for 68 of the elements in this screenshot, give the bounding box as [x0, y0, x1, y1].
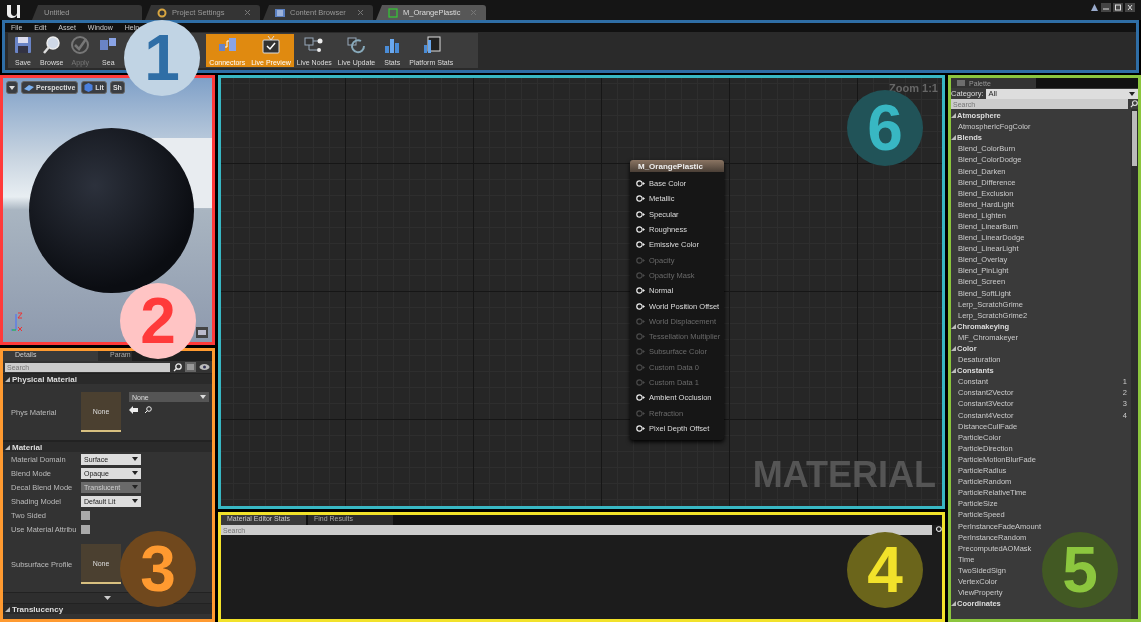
list-icon — [275, 7, 285, 18]
caret-icon — [200, 395, 206, 399]
maximize-icon[interactable] — [1113, 3, 1123, 12]
material-node[interactable] — [630, 160, 724, 441]
television-icon — [260, 35, 282, 55]
pin-icon — [636, 195, 645, 203]
expander-arrow-icon[interactable] — [951, 323, 956, 329]
callout-number: 4 — [867, 538, 903, 602]
expander-arrow-icon[interactable] — [951, 601, 956, 607]
cube-icon — [84, 83, 94, 92]
pin-icon — [636, 256, 645, 264]
pin-icon — [636, 379, 645, 386]
caret-icon — [132, 485, 138, 489]
checkbox[interactable] — [81, 524, 90, 534]
pin-icon — [636, 226, 645, 234]
list-icon — [957, 80, 965, 86]
pin-icon — [636, 271, 645, 279]
expander-arrow-icon[interactable] — [951, 346, 956, 351]
expander-arrow-icon[interactable] — [951, 135, 956, 141]
caret-icon — [1129, 91, 1135, 96]
section-title: Material — [12, 442, 43, 452]
pin-icon — [636, 424, 645, 432]
expander-arrow-icon[interactable] — [951, 368, 956, 374]
callout-number: 2 — [140, 289, 176, 353]
node-title: M_OrangePlastic — [630, 160, 724, 172]
pin-icon — [636, 394, 645, 402]
section-title: Translucency — [12, 604, 64, 614]
pin-icon — [636, 210, 645, 218]
close-icon[interactable] — [245, 10, 250, 15]
expander-arrow-icon[interactable] — [5, 444, 10, 450]
arrow-icon[interactable] — [129, 406, 138, 414]
expander-arrow-icon[interactable] — [5, 606, 10, 612]
graph-watermark: MATERIAL — [752, 454, 936, 496]
caret-icon — [132, 499, 138, 503]
eye-icon[interactable] — [199, 363, 210, 371]
callout-number: 6 — [867, 96, 903, 160]
pin-icon — [636, 287, 645, 295]
zoom-level: Zoom 1:1 — [889, 82, 938, 94]
camera-icon[interactable] — [196, 327, 208, 338]
pin-icon — [636, 363, 645, 371]
pin-icon — [636, 333, 645, 341]
dropdown-button[interactable] — [6, 81, 18, 94]
document-icon — [388, 7, 398, 18]
pin-icon — [636, 348, 645, 356]
expand-arrow-icon[interactable] — [104, 596, 111, 600]
checkmark-icon — [69, 35, 92, 55]
magnifier-icon — [40, 35, 63, 55]
pin-icon — [636, 302, 645, 310]
expander-arrow-icon[interactable] — [5, 376, 10, 382]
callout-number: 3 — [140, 537, 176, 601]
expander-arrow-icon[interactable] — [951, 113, 956, 119]
caret-icon — [9, 85, 15, 90]
pin-icon — [636, 180, 645, 188]
pin-icon — [636, 409, 645, 417]
pin-icon — [636, 317, 645, 325]
callout-number: 1 — [144, 26, 180, 90]
section-title: Physical Material — [12, 374, 77, 384]
close-icon[interactable] — [358, 10, 363, 15]
gear-icon — [157, 7, 167, 18]
pin-icon — [636, 241, 645, 249]
caret-icon — [132, 471, 138, 475]
caret-icon — [132, 457, 138, 461]
checkbox[interactable] — [81, 510, 90, 520]
axis-icon — [11, 312, 25, 332]
callout-number: 5 — [1062, 538, 1098, 602]
close-icon[interactable] — [1125, 3, 1135, 12]
scrollbar-thumb[interactable] — [1132, 111, 1137, 166]
cube-icon — [24, 84, 34, 91]
